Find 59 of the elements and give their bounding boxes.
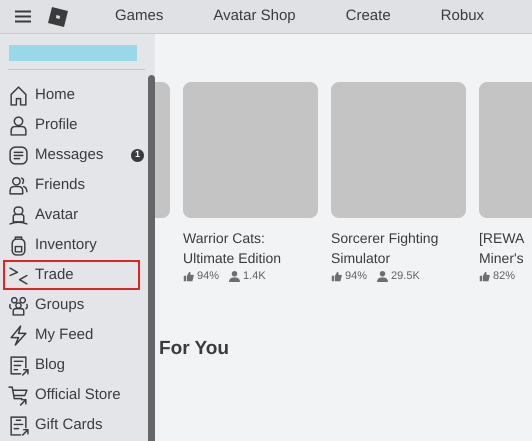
sidebar-item[interactable]: Home <box>3 80 140 110</box>
sidebar-label: Trade <box>35 264 74 285</box>
player-count-icon <box>377 270 388 282</box>
sidebar-label: Groups <box>35 294 84 315</box>
rating-text: 82% <box>493 268 516 284</box>
sidebar-item[interactable]: Trade <box>3 260 140 290</box>
document-icon <box>8 354 29 376</box>
sidebar-label: My Feed <box>35 324 94 345</box>
notification-count: 1 <box>131 148 144 162</box>
sidebar-label: Friends <box>35 174 86 195</box>
player-count: 29.5K <box>391 268 420 284</box>
sidebar-item[interactable]: Official Store <box>3 380 140 410</box>
rating-text: 94% <box>197 268 220 284</box>
menu-icon[interactable] <box>15 10 31 23</box>
nav-link[interactable]: Robux <box>440 5 484 28</box>
sidebar-label: Messages <box>35 144 104 165</box>
message-icon <box>8 144 29 166</box>
nav-link[interactable]: Create <box>346 5 391 28</box>
sidebar-label: Official Store <box>35 384 121 405</box>
home-icon <box>8 84 29 106</box>
group-icon <box>8 294 29 316</box>
sidebar-label: Home <box>35 84 76 105</box>
sidebar-item[interactable]: Avatar <box>3 200 140 230</box>
sidebar-item[interactable]: My Feed <box>3 320 140 350</box>
thumbs-up-icon <box>479 270 490 282</box>
game-title[interactable]: [REWA Miner's <box>479 228 532 268</box>
game-title[interactable]: Warrior Cats: Ultimate Edition <box>183 228 318 268</box>
arrows-icon <box>8 264 29 286</box>
player-count: 1.4K <box>243 268 266 284</box>
scrollbar[interactable] <box>148 75 155 441</box>
game-title[interactable]: Sorcerer Fighting Simulator <box>331 228 466 268</box>
thumbs-up-icon <box>183 270 194 282</box>
sidebar-label: Avatar <box>35 204 78 225</box>
sidebar-item[interactable]: Inventory <box>3 230 140 260</box>
sidebar-label: Inventory <box>35 234 97 255</box>
sidebar-label: Profile <box>35 114 78 135</box>
player-count-icon <box>229 270 240 282</box>
logo-icon[interactable] <box>48 6 68 26</box>
sidebar-item[interactable]: Gift Cards <box>3 410 140 440</box>
lightning-icon <box>8 324 29 346</box>
sidebar-item[interactable]: Groups <box>3 290 140 320</box>
rating-text: 94% <box>345 268 368 284</box>
game-thumbnail[interactable] <box>331 82 466 218</box>
card-icon <box>8 414 29 436</box>
avatar-icon <box>8 204 29 226</box>
cart-icon <box>8 384 29 406</box>
sidebar-item[interactable]: Profile <box>3 110 140 140</box>
person-icon <box>8 114 29 136</box>
section-heading: For You <box>159 337 230 361</box>
game-thumbnail[interactable] <box>183 82 318 218</box>
sidebar-label: Blog <box>35 354 66 375</box>
sidebar-label: Gift Cards <box>35 414 103 435</box>
game-thumbnail[interactable] <box>155 82 170 218</box>
nav-link[interactable]: Avatar Shop <box>213 5 296 28</box>
nav-link[interactable]: Games <box>115 5 164 28</box>
sidebar-item[interactable]: Blog <box>3 350 140 380</box>
thumbs-up-icon <box>331 270 342 282</box>
people-icon <box>8 174 29 196</box>
sidebar-item[interactable]: Friends <box>3 170 140 200</box>
